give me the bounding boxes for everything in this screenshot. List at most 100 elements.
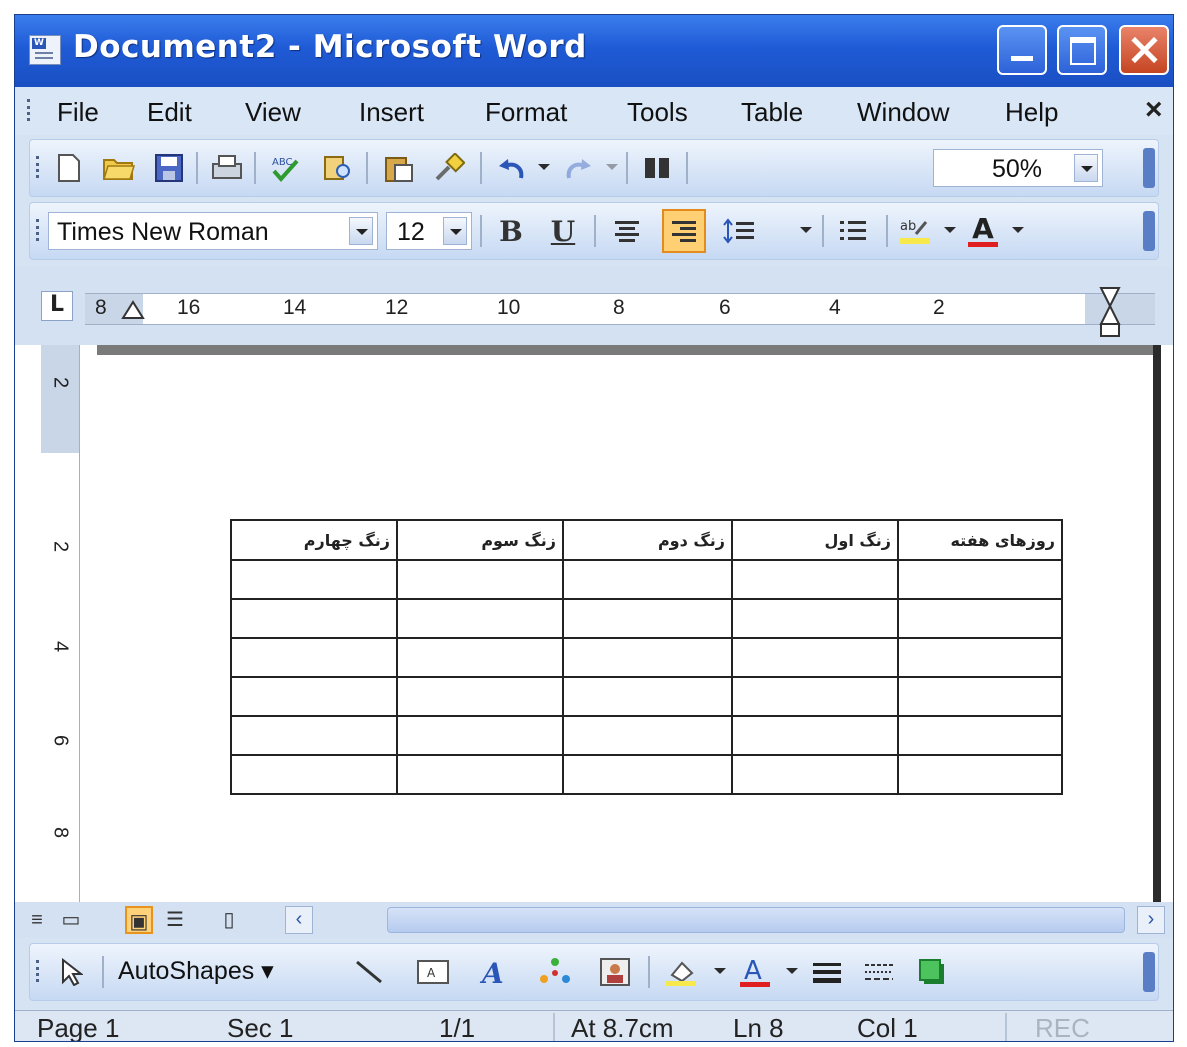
- open-folder-icon[interactable]: [100, 150, 138, 186]
- table-cell[interactable]: [396, 754, 564, 795]
- bold-button[interactable]: B: [492, 213, 530, 249]
- word-document-icon[interactable]: W: [29, 35, 61, 65]
- table-cell[interactable]: [230, 598, 398, 639]
- table-cell[interactable]: [897, 754, 1063, 795]
- menu-window[interactable]: Window: [857, 97, 949, 128]
- table-cell[interactable]: [731, 598, 899, 639]
- document-area[interactable]: 2 2 4 6 8 روزهای هفته زنگ اول زنگ دوم زن…: [15, 345, 1173, 915]
- maximize-button[interactable]: [1057, 25, 1107, 75]
- table-cell[interactable]: [396, 715, 564, 756]
- research-icon[interactable]: [318, 150, 356, 186]
- minimize-button[interactable]: [997, 25, 1047, 75]
- diagram-icon[interactable]: [536, 954, 574, 990]
- table-header-cell[interactable]: زنگ چهارم: [230, 519, 398, 561]
- vertical-ruler[interactable]: 2 2 4 6 8: [41, 345, 80, 915]
- paste-icon[interactable]: [380, 150, 418, 186]
- autoshapes-menu[interactable]: AutoShapes ▾: [118, 956, 274, 986]
- schedule-table[interactable]: روزهای هفته زنگ اول زنگ دوم زنگ سوم زنگ …: [230, 519, 1063, 795]
- table-cell[interactable]: [230, 637, 398, 678]
- table-header-cell[interactable]: زنگ دوم: [562, 519, 733, 561]
- menu-help[interactable]: Help: [1005, 97, 1058, 128]
- print-layout-icon[interactable]: ▣: [125, 906, 153, 934]
- table-header-cell[interactable]: زنگ سوم: [396, 519, 564, 561]
- redo-icon[interactable]: [560, 150, 598, 186]
- redo-dropdown[interactable]: [606, 164, 618, 170]
- web-layout-icon[interactable]: ▭: [57, 906, 85, 934]
- wordart-icon[interactable]: A: [476, 954, 514, 990]
- line-spacing-icon[interactable]: [720, 213, 758, 249]
- undo-icon[interactable]: [492, 150, 530, 186]
- table-cell[interactable]: [731, 676, 899, 717]
- shadow-icon[interactable]: [914, 954, 952, 990]
- close-button[interactable]: [1119, 25, 1169, 75]
- dash-style-icon[interactable]: [860, 954, 898, 990]
- table-cell[interactable]: [897, 676, 1063, 717]
- table-cell[interactable]: [562, 676, 733, 717]
- zoom-dropdown[interactable]: [1074, 154, 1098, 182]
- fill-color-icon[interactable]: [662, 954, 700, 990]
- menu-view[interactable]: View: [245, 97, 301, 128]
- table-cell[interactable]: [731, 637, 899, 678]
- right-indent-marker[interactable]: [1099, 286, 1121, 338]
- close-document-button[interactable]: ×: [1145, 93, 1163, 127]
- table-cell[interactable]: [731, 754, 899, 795]
- size-dropdown[interactable]: [443, 217, 467, 245]
- menu-format[interactable]: Format: [485, 97, 567, 128]
- zoom-box[interactable]: 50%: [933, 149, 1103, 187]
- table-cell[interactable]: [562, 754, 733, 795]
- line-style-icon[interactable]: [808, 954, 846, 990]
- status-rec[interactable]: REC: [1035, 1013, 1090, 1041]
- font-name-box[interactable]: Times New Roman: [48, 212, 378, 250]
- menu-edit[interactable]: Edit: [147, 97, 192, 128]
- highlight-icon[interactable]: ab: [896, 213, 934, 249]
- toolbar-grip[interactable]: [36, 156, 42, 178]
- table-cell[interactable]: [897, 637, 1063, 678]
- scrollbar-thumb[interactable]: [387, 907, 1125, 933]
- font-color-dropdown[interactable]: [1012, 227, 1024, 233]
- undo-dropdown[interactable]: [538, 164, 550, 170]
- normal-view-icon[interactable]: ≡: [23, 906, 51, 934]
- table-cell[interactable]: [230, 754, 398, 795]
- table-cell[interactable]: [396, 559, 564, 600]
- textbox-icon[interactable]: A: [414, 954, 452, 990]
- table-cell[interactable]: [230, 559, 398, 600]
- select-pointer-icon[interactable]: [52, 954, 90, 990]
- toolbar-options-chevron[interactable]: [1143, 952, 1155, 992]
- picture-icon[interactable]: [596, 954, 634, 990]
- outline-view-icon[interactable]: ☰: [161, 906, 189, 934]
- scroll-left-arrow-icon[interactable]: ‹: [285, 906, 313, 934]
- menu-insert[interactable]: Insert: [359, 97, 424, 128]
- save-icon[interactable]: [150, 150, 188, 186]
- table-cell[interactable]: [396, 598, 564, 639]
- table-cell[interactable]: [562, 715, 733, 756]
- numbering-icon[interactable]: [834, 213, 872, 249]
- table-cell[interactable]: [562, 559, 733, 600]
- table-cell[interactable]: [396, 637, 564, 678]
- tab-selector[interactable]: L: [41, 291, 73, 321]
- highlight-dropdown[interactable]: [944, 227, 956, 233]
- font-dropdown[interactable]: [349, 217, 373, 245]
- toolbar-options-chevron[interactable]: [1143, 148, 1155, 188]
- table-header-cell[interactable]: روزهای هفته: [897, 519, 1063, 561]
- hanging-indent-icon[interactable]: [121, 298, 145, 320]
- align-center-icon[interactable]: [608, 213, 646, 249]
- table-cell[interactable]: [731, 715, 899, 756]
- toolbar-grip[interactable]: [36, 219, 42, 241]
- toolbar-grip[interactable]: [36, 960, 42, 982]
- table-cell[interactable]: [396, 676, 564, 717]
- line-icon[interactable]: [350, 954, 388, 990]
- line-spacing-dropdown[interactable]: [800, 227, 812, 233]
- table-cell[interactable]: [562, 637, 733, 678]
- horizontal-ruler[interactable]: 8 16 14 12 10 8 6 4 2: [85, 287, 1155, 337]
- new-document-icon[interactable]: [50, 150, 88, 186]
- font-color-dropdown[interactable]: [786, 968, 798, 974]
- table-cell[interactable]: [731, 559, 899, 600]
- fill-color-dropdown[interactable]: [714, 968, 726, 974]
- menu-table[interactable]: Table: [741, 97, 803, 128]
- table-cell[interactable]: [897, 559, 1063, 600]
- table-cell[interactable]: [897, 715, 1063, 756]
- menu-tools[interactable]: Tools: [627, 97, 688, 128]
- print-icon[interactable]: [208, 150, 246, 186]
- title-bar[interactable]: W Document2 - Microsoft Word: [15, 15, 1173, 87]
- font-size-box[interactable]: 12: [386, 212, 472, 250]
